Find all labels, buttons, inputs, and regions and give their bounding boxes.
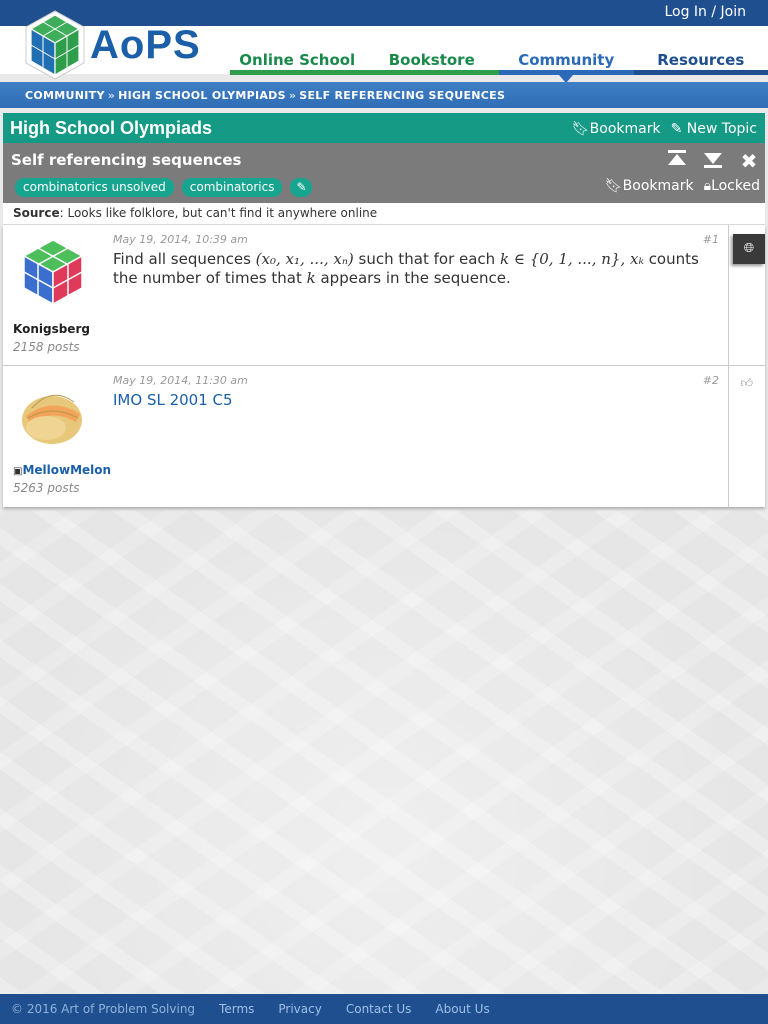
source-label: Source bbox=[13, 206, 60, 220]
post-side-panel: 👍︎ bbox=[728, 366, 765, 507]
post-username-text: MellowMelon bbox=[22, 463, 112, 477]
bookmark-label: Bookmark bbox=[589, 121, 661, 137]
nav-underline bbox=[633, 70, 768, 75]
nav-bookstore[interactable]: Bookstore bbox=[364, 48, 499, 75]
nav-resources[interactable]: Resources bbox=[633, 48, 768, 75]
close-icon[interactable]: ✖ bbox=[737, 149, 761, 173]
breadcrumb-separator: » bbox=[288, 89, 297, 102]
topic-bookmark-label: Bookmark bbox=[622, 178, 694, 194]
post-text: appears in the sequence. bbox=[315, 269, 511, 287]
tag-combinatorics[interactable]: combinatorics bbox=[181, 178, 283, 197]
post-body: Find all sequences (x₀, x₁, ..., xₙ) suc… bbox=[113, 250, 713, 288]
main-nav: Online School Bookstore Community Resour… bbox=[230, 48, 768, 83]
bookmark-icon: 🔖︎ bbox=[604, 178, 623, 194]
math-expression: k ∈ {0, 1, ..., n}, xₖ bbox=[499, 250, 644, 268]
breadcrumb-separator: » bbox=[107, 89, 116, 102]
nav-label: Community bbox=[518, 51, 615, 69]
post-number[interactable]: #1 bbox=[703, 233, 719, 246]
nav-label: Online School bbox=[239, 51, 356, 69]
footer-copyright: © 2016 Art of Problem Solving bbox=[11, 1002, 196, 1016]
breadcrumb-current-topic[interactable]: SELF REFERENCING SEQUENCES bbox=[299, 89, 505, 102]
topic-title: Self referencing sequences bbox=[11, 151, 242, 169]
new-topic-button[interactable]: ✎ New Topic bbox=[671, 121, 757, 137]
forum-title[interactable]: High School Olympiads bbox=[10, 118, 212, 139]
post-2: ▣MellowMelon 5263 posts May 19, 2014, 11… bbox=[3, 366, 765, 507]
math-expression: (x₀, x₁, ..., xₙ) bbox=[255, 250, 354, 268]
nav-underline bbox=[364, 70, 499, 75]
new-topic-label: New Topic bbox=[686, 121, 757, 137]
post-number[interactable]: #2 bbox=[703, 374, 719, 387]
locked-label: Locked bbox=[711, 178, 760, 194]
post-date: May 19, 2014, 11:30 am bbox=[113, 374, 248, 387]
post-count: 5263 posts bbox=[13, 481, 80, 495]
post-text: such that for each bbox=[353, 250, 500, 268]
pencil-icon[interactable]: ✎ bbox=[290, 178, 313, 197]
forum-bookmark-button[interactable]: 🔖︎Bookmark bbox=[572, 121, 661, 137]
breadcrumb-high-school-olympiads[interactable]: HIGH SCHOOL OLYMPIADS bbox=[118, 89, 286, 102]
post-body: IMO SL 2001 C5 bbox=[113, 391, 713, 410]
lock-icon: 🔒︎ bbox=[703, 178, 712, 194]
login-join-link[interactable]: Log In / Join bbox=[664, 4, 746, 20]
forum-header: High School Olympiads 🔖︎Bookmark ✎ New T… bbox=[3, 113, 765, 143]
post-1: Konigsberg 2158 posts May 19, 2014, 10:3… bbox=[3, 225, 765, 366]
site-footer: © 2016 Art of Problem Solving Terms Priv… bbox=[0, 994, 768, 1024]
post-link[interactable]: IMO SL 2001 C5 bbox=[113, 391, 233, 409]
nav-online-school[interactable]: Online School bbox=[230, 48, 365, 75]
nav-label: Resources bbox=[657, 51, 745, 69]
nav-label: Bookstore bbox=[388, 51, 475, 69]
source-text: : Looks like folklore, but can't find it… bbox=[59, 206, 378, 220]
locked-status: 🔒︎Locked bbox=[704, 178, 760, 194]
edit-icon: ✎ bbox=[670, 121, 687, 137]
breadcrumb-community[interactable]: COMMUNITY bbox=[25, 89, 105, 102]
avatar-cube-icon[interactable] bbox=[18, 237, 88, 307]
topic-source: Source: Looks like folklore, but can't f… bbox=[3, 203, 765, 225]
post-text: Find all sequences bbox=[113, 250, 256, 268]
logo-text: AoPS bbox=[90, 23, 201, 67]
globe-icon[interactable]: 🌐︎ bbox=[733, 234, 765, 264]
post-list: Konigsberg 2158 posts May 19, 2014, 10:3… bbox=[3, 225, 765, 507]
nav-underline bbox=[230, 70, 365, 75]
post-side-panel: 🌐︎ bbox=[728, 225, 765, 365]
jump-to-bottom-icon[interactable] bbox=[701, 149, 725, 173]
jump-to-top-icon[interactable] bbox=[665, 149, 689, 173]
aops-logo[interactable]: AoPS bbox=[24, 9, 204, 83]
footer-contact-link[interactable]: Contact Us bbox=[346, 1002, 412, 1016]
tag-combinatorics-unsolved[interactable]: combinatorics unsolved bbox=[15, 178, 174, 197]
footer-privacy-link[interactable]: Privacy bbox=[278, 1002, 321, 1016]
thumbs-up-icon[interactable]: 👍︎ bbox=[740, 376, 753, 391]
bookmark-icon: 🔖︎ bbox=[571, 121, 590, 137]
post-date: May 19, 2014, 10:39 am bbox=[113, 233, 248, 246]
avatar-melon-icon[interactable] bbox=[18, 378, 88, 448]
post-count: 2158 posts bbox=[13, 340, 80, 354]
footer-terms-link[interactable]: Terms bbox=[219, 1002, 254, 1016]
math-expression: k bbox=[306, 269, 316, 287]
background-pattern bbox=[0, 510, 768, 994]
topic-header: Self referencing sequences ✖ combinatori… bbox=[3, 143, 765, 203]
aops-cube-logo-icon bbox=[25, 10, 85, 80]
nav-community[interactable]: Community bbox=[499, 48, 634, 83]
topic-bookmark-button[interactable]: 🔖︎Bookmark bbox=[605, 178, 694, 194]
breadcrumb: COMMUNITY» HIGH SCHOOL OLYMPIADS» SELF REF… bbox=[0, 82, 768, 108]
post-username[interactable]: Konigsberg bbox=[13, 322, 90, 336]
post-username[interactable]: ▣MellowMelon bbox=[13, 463, 111, 477]
footer-about-link[interactable]: About Us bbox=[435, 1002, 489, 1016]
